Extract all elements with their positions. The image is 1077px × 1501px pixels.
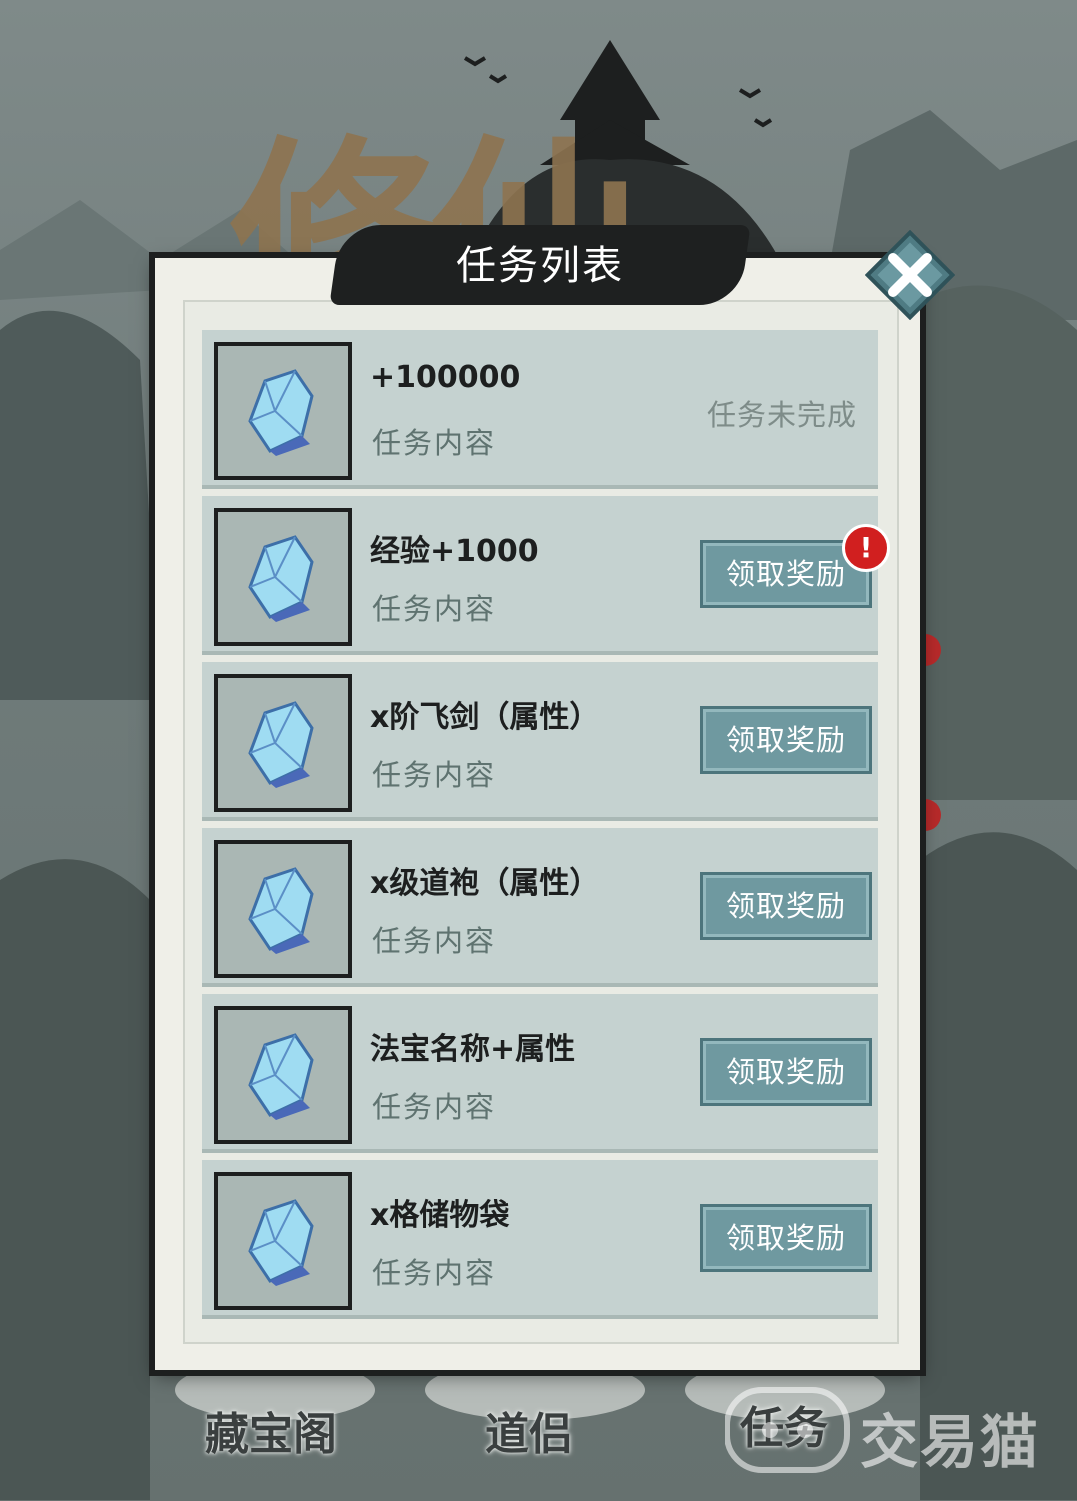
crystal-icon xyxy=(248,867,314,954)
reward-icon-frame xyxy=(214,508,352,646)
crystal-icon xyxy=(248,1199,314,1286)
claim-reward-button[interactable]: 领取奖励 xyxy=(700,1204,872,1272)
task-row: x阶飞剑（属性） 任务内容 领取奖励 xyxy=(202,662,878,821)
task-description: 任务内容 xyxy=(372,758,497,792)
task-description: 任务内容 xyxy=(372,426,497,460)
task-name: 经验+1000 xyxy=(370,534,539,569)
reward-icon-frame xyxy=(214,1172,352,1310)
reward-icon-frame xyxy=(214,674,352,812)
task-row: 经验+1000 任务内容 领取奖励 ! xyxy=(202,496,890,655)
nav-dao-partner[interactable]: 道侣 xyxy=(485,1398,573,1462)
claim-reward-button[interactable]: 领取奖励 xyxy=(700,872,872,940)
task-name: +100000 xyxy=(370,360,521,395)
task-status-incomplete: 任务未完成 xyxy=(707,398,858,432)
task-row: +100000 任务内容 任务未完成 xyxy=(202,330,878,489)
task-row: x格储物袋 任务内容 领取奖励 xyxy=(202,1160,878,1319)
task-name: x格储物袋 xyxy=(370,1198,510,1233)
task-description: 任务内容 xyxy=(372,924,497,958)
reward-icon-frame xyxy=(214,1006,352,1144)
close-button[interactable] xyxy=(864,229,956,321)
nav-treasure-pavilion[interactable]: 藏宝阁 xyxy=(205,1398,337,1462)
task-name: x级道袍（属性） xyxy=(370,866,600,901)
task-description: 任务内容 xyxy=(372,592,497,626)
dialog-title: 任务列表 xyxy=(456,243,624,289)
task-row: x级道袍（属性） 任务内容 领取奖励 xyxy=(202,828,878,987)
crystal-icon xyxy=(248,535,314,622)
claim-reward-button[interactable]: 领取奖励 xyxy=(700,706,872,774)
reward-icon-frame xyxy=(214,840,352,978)
task-name: x阶飞剑（属性） xyxy=(370,700,600,735)
close-x-icon xyxy=(864,229,956,321)
watermark-text: 交易猫 xyxy=(860,1408,1041,1476)
crystal-icon xyxy=(248,701,314,788)
task-description: 任务内容 xyxy=(372,1256,497,1290)
task-row: 法宝名称+属性 任务内容 领取奖励 xyxy=(202,994,878,1153)
alert-badge-icon: ! xyxy=(842,524,890,572)
claim-reward-button[interactable]: 领取奖励 xyxy=(700,1038,872,1106)
task-name: 法宝名称+属性 xyxy=(370,1032,576,1067)
reward-icon-frame xyxy=(214,342,352,480)
crystal-icon xyxy=(248,1033,314,1120)
crystal-icon xyxy=(248,369,314,456)
task-description: 任务内容 xyxy=(372,1090,497,1124)
